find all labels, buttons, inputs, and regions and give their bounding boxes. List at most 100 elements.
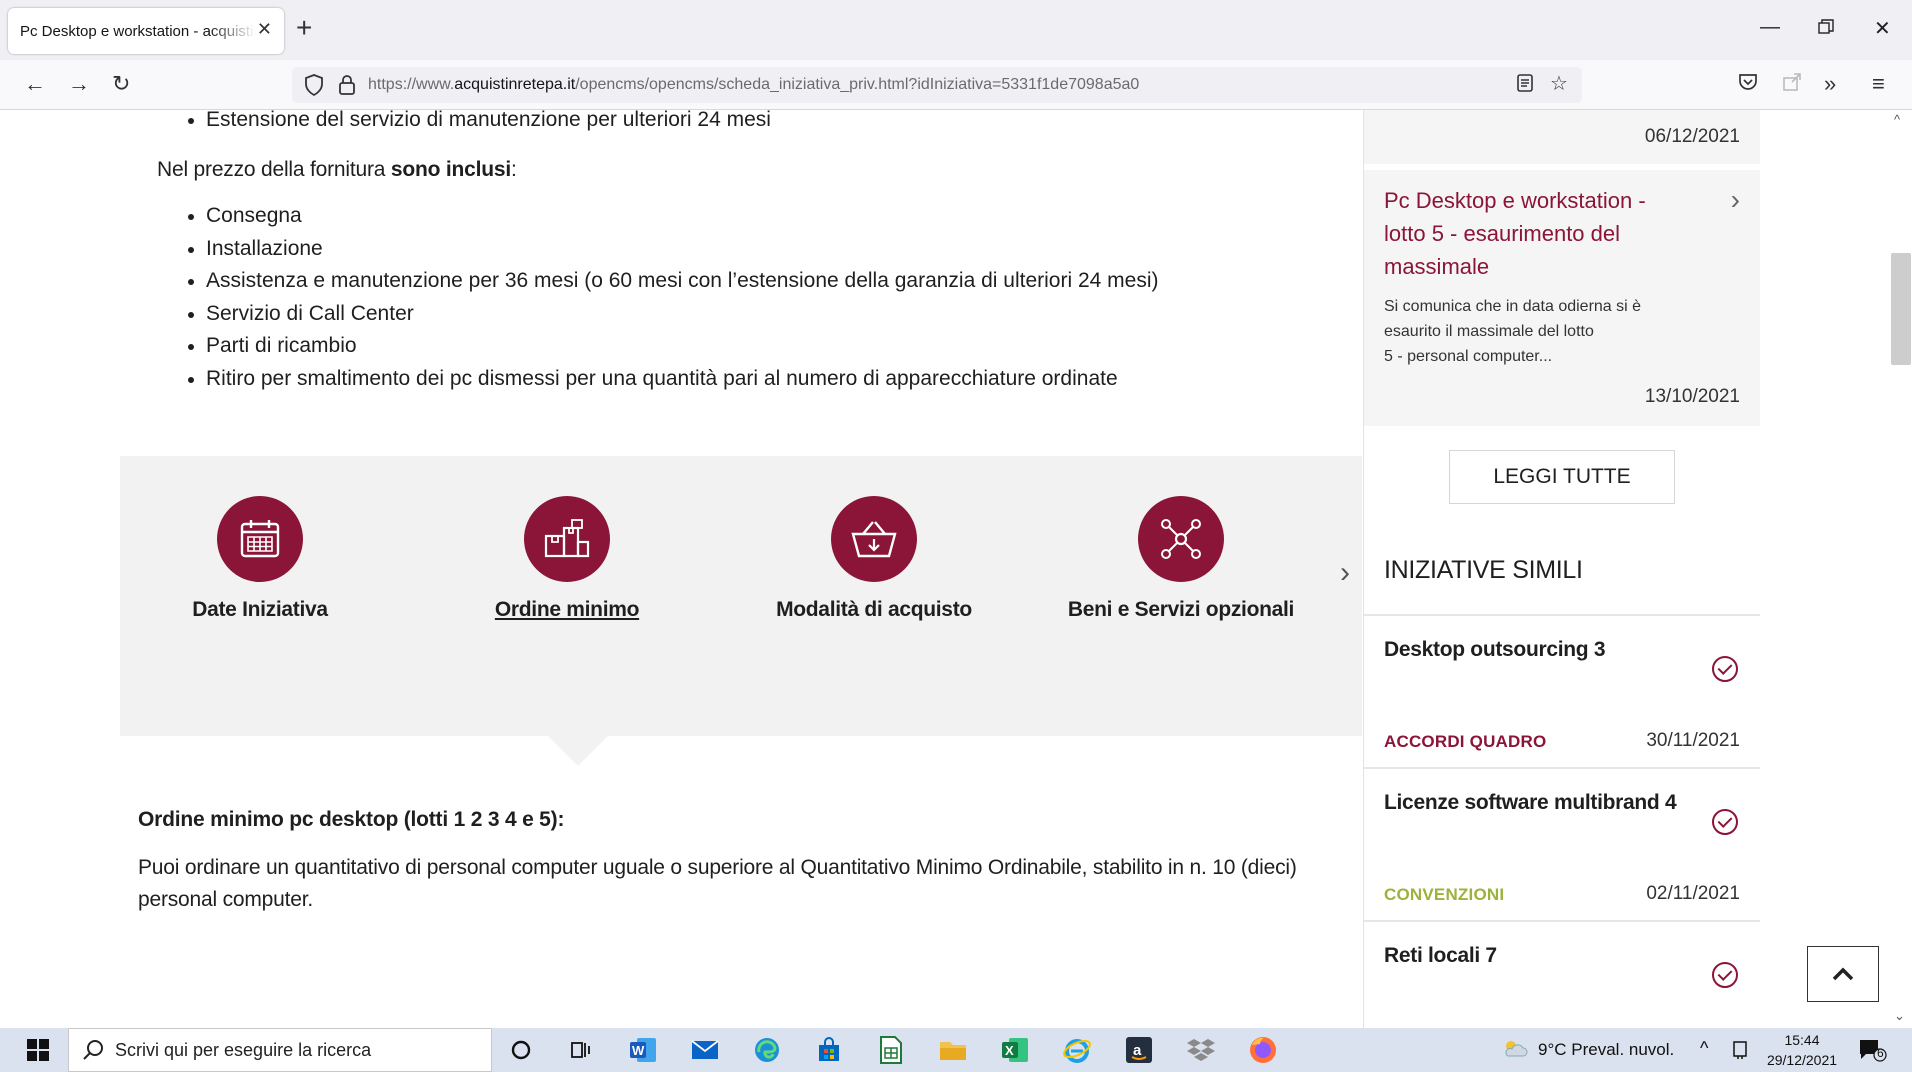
file-explorer-icon[interactable] (938, 1035, 968, 1065)
network-icon[interactable] (1138, 496, 1224, 582)
news-card-prev[interactable]: 06/12/2021 (1364, 110, 1760, 164)
forward-icon[interactable]: → (68, 71, 90, 97)
feature-label[interactable]: Ordine minimo (427, 598, 707, 622)
order-heading: Ordine minimo pc desktop (lotti 1 2 3 4 … (138, 808, 565, 831)
news-card[interactable]: Pc Desktop e workstation - lotto 5 - esa… (1364, 170, 1760, 426)
list-item: Installazione (186, 233, 1159, 266)
back-icon[interactable]: ← (24, 71, 46, 97)
similar-heading: INIZIATIVE SIMILI (1384, 556, 1583, 584)
list-item: Servizio di Call Center (186, 298, 1159, 331)
overflow-icon[interactable]: » (1824, 71, 1836, 97)
spreadsheet-icon[interactable] (876, 1035, 906, 1065)
chevron-right-icon[interactable]: › (1731, 184, 1740, 216)
scroll-top-button[interactable] (1807, 946, 1879, 1002)
selected-pointer (548, 736, 608, 766)
feature-beni-servizi[interactable]: Beni e Servizi opzionali (1041, 496, 1321, 622)
chevron-right-icon[interactable]: › (1340, 556, 1350, 590)
calendar-icon[interactable] (217, 496, 303, 582)
basket-icon[interactable] (831, 496, 917, 582)
feature-modalita-acquisto[interactable]: Modalità di acquisto (734, 496, 1014, 622)
firefox-icon[interactable] (1248, 1035, 1278, 1065)
reload-icon[interactable]: ↻ (112, 71, 130, 97)
news-excerpt: Si comunica che in data odierna si è esa… (1384, 298, 1642, 365)
close-window-icon[interactable]: ✕ (1874, 16, 1891, 41)
excel-icon[interactable]: X (1000, 1035, 1030, 1065)
similar-title[interactable]: Licenze software multibrand 4 (1384, 791, 1677, 815)
scroll-thumb[interactable] (1891, 253, 1911, 365)
lock-icon[interactable] (338, 74, 356, 96)
dropbox-icon[interactable] (1186, 1035, 1216, 1065)
word-icon[interactable]: W (628, 1035, 658, 1065)
menu-icon[interactable]: ≡ (1872, 71, 1885, 97)
tab-close-icon[interactable]: ✕ (257, 19, 272, 40)
internet-explorer-icon[interactable] (1062, 1035, 1092, 1065)
taskbar-search[interactable]: Scrivi qui per eseguire la ricerca (68, 1028, 492, 1072)
extension-list: Estensione del servizio di manutenzione … (186, 110, 771, 137)
check-circle-icon (1712, 656, 1738, 682)
news-title[interactable]: Pc Desktop e workstation - lotto 5 - esa… (1384, 184, 1684, 283)
page-scrollbar[interactable] (1890, 110, 1912, 1028)
minimize-icon[interactable]: — (1760, 16, 1780, 39)
svg-text:X: X (1005, 1043, 1014, 1058)
feature-ordine-minimo[interactable]: Ordine minimo (427, 496, 707, 622)
weather-text[interactable]: 9°C Preval. nuvol. (1538, 1040, 1674, 1060)
tab-title: Pc Desktop e workstation - acquistinrete… (20, 22, 256, 40)
search-icon (83, 1040, 103, 1060)
feature-strip: Date Iniziativa Ordine minimo Modalità d… (120, 456, 1362, 736)
list-item: Assistenza e manutenzione per 36 mesi (o… (186, 265, 1159, 298)
feature-label[interactable]: Modalità di acquisto (734, 598, 1014, 622)
similar-item[interactable]: Desktop outsourcing 3 ACCORDI QUADRO 30/… (1364, 614, 1760, 768)
tray-chevron-up-icon[interactable]: ^ (1700, 1038, 1708, 1059)
similar-title[interactable]: Desktop outsourcing 3 (1384, 638, 1606, 662)
included-list: Consegna Installazione Assistenza e manu… (186, 200, 1159, 395)
included-intro: Nel prezzo della fornitura sono inclusi: (157, 158, 517, 181)
boxes-icon[interactable] (524, 496, 610, 582)
list-item: Parti di ricambio (186, 330, 1159, 363)
similar-item[interactable]: Licenze software multibrand 4 CONVENZION… (1364, 767, 1760, 921)
windows-start-icon[interactable] (8, 1028, 68, 1072)
clock[interactable]: 15:44 29/12/2021 (1762, 1030, 1842, 1070)
tab-active[interactable]: Pc Desktop e workstation - acquistinrete… (8, 8, 284, 54)
bookmark-star-icon[interactable]: ☆ (1550, 71, 1568, 96)
search-placeholder: Scrivi qui per eseguire la ricerca (115, 1040, 372, 1060)
weather-cloud-icon[interactable] (1502, 1038, 1528, 1063)
url-bar[interactable]: https://www.acquistinretepa.it/opencms/o… (292, 67, 1582, 103)
cortana-icon[interactable] (506, 1035, 536, 1065)
list-item: Estensione del servizio di manutenzione … (186, 110, 771, 137)
list-item: Ritiro per smaltimento dei pc dismessi p… (186, 363, 1159, 396)
url-text[interactable]: https://www.acquistinretepa.it/opencms/o… (368, 76, 1139, 94)
similar-category: CONVENZIONI (1384, 885, 1505, 904)
shield-icon[interactable] (304, 74, 324, 96)
feature-date-iniziativa[interactable]: Date Iniziativa (120, 496, 400, 622)
notification-count: 6 (1877, 1046, 1884, 1060)
scroll-up-arrow-icon[interactable]: ^ (1894, 112, 1900, 127)
share-icon[interactable] (1782, 72, 1802, 98)
restore-icon[interactable] (1818, 18, 1834, 41)
similar-date: 30/11/2021 (1646, 730, 1740, 751)
read-all-button[interactable]: LEGGI TUTTE (1449, 450, 1675, 504)
new-tab-icon[interactable]: + (296, 14, 312, 42)
reader-view-icon[interactable] (1516, 73, 1534, 99)
news-date: 13/10/2021 (1644, 386, 1740, 407)
amazon-icon[interactable]: a (1124, 1035, 1154, 1065)
store-icon[interactable] (814, 1035, 844, 1065)
scroll-down-arrow-icon[interactable]: ⌄ (1894, 1008, 1905, 1024)
feature-label[interactable]: Date Iniziativa (120, 598, 400, 622)
check-circle-icon (1712, 809, 1738, 835)
order-text: Puoi ordinare un quantitativo di persona… (138, 856, 1297, 911)
check-circle-icon (1712, 962, 1738, 988)
taskbar: Scrivi qui per eseguire la ricerca W X a… (0, 1028, 1912, 1072)
news-date: 06/12/2021 (1644, 126, 1740, 147)
edge-icon[interactable] (752, 1035, 782, 1065)
similar-title[interactable]: Reti locali 7 (1384, 944, 1497, 968)
task-view-icon[interactable] (566, 1035, 596, 1065)
page-viewport: Estensione del servizio di manutenzione … (0, 110, 1912, 1028)
tab-bar: Pc Desktop e workstation - acquistinrete… (0, 0, 1912, 60)
list-item: Consegna (186, 200, 1159, 233)
sidebar: 06/12/2021 Pc Desktop e workstation - lo… (1363, 110, 1760, 1028)
feature-label[interactable]: Beni e Servizi opzionali (1041, 598, 1321, 622)
similar-item[interactable]: Reti locali 7 (1364, 920, 1760, 1028)
network-tray-icon[interactable] (1732, 1040, 1750, 1065)
pocket-icon[interactable] (1738, 72, 1758, 98)
mail-icon[interactable] (690, 1035, 720, 1065)
